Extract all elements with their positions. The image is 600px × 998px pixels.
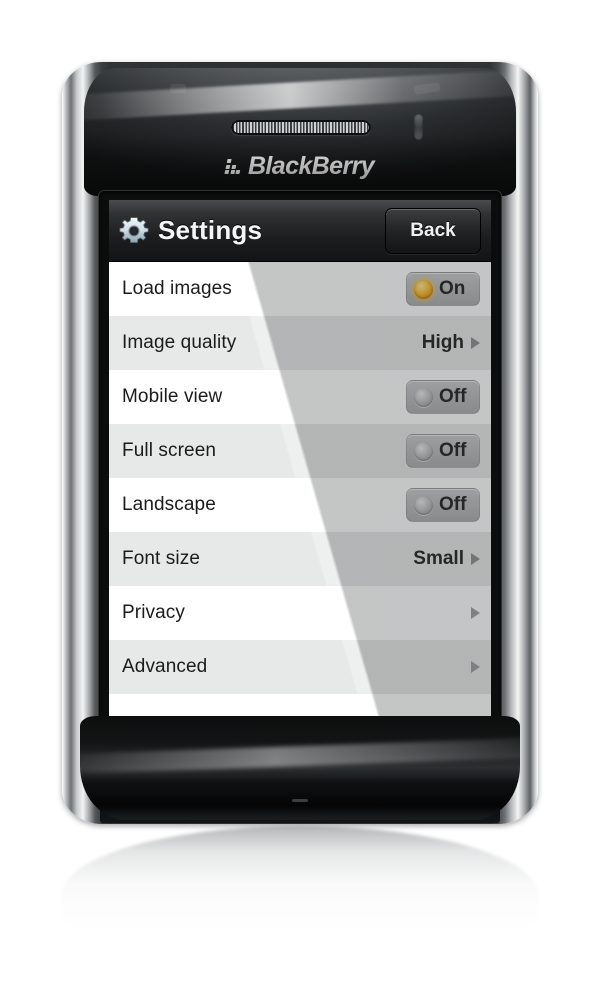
settings-row-image-quality[interactable]: Image quality High xyxy=(109,316,491,370)
row-label: Privacy xyxy=(122,602,185,623)
chevron-right-icon xyxy=(471,337,480,349)
row-label: Image quality xyxy=(122,332,237,353)
row-label: Load images xyxy=(122,278,232,299)
row-label: Font size xyxy=(122,548,200,569)
device-top-housing: BlackBerry xyxy=(84,68,516,196)
settings-row-mobile-view[interactable]: Mobile view Off xyxy=(109,370,491,424)
lamp-on-icon xyxy=(414,279,433,299)
row-label: Full screen xyxy=(122,440,217,461)
housing-detail-left xyxy=(170,84,186,93)
row-label: Landscape xyxy=(122,494,216,515)
settings-list: Load images On Image quality High Mobile… xyxy=(109,262,491,694)
lamp-off-icon xyxy=(414,495,433,515)
toggle-mobile-view[interactable]: Off xyxy=(406,380,480,414)
row-label: Advanced xyxy=(122,656,208,677)
chevron-right-icon xyxy=(471,661,480,673)
lamp-off-icon xyxy=(414,441,433,461)
back-button[interactable]: Back xyxy=(385,207,481,254)
housing-shading xyxy=(84,134,516,196)
gear-icon xyxy=(119,216,149,243)
toggle-state-label: On xyxy=(439,278,466,299)
toggle-load-images[interactable]: On xyxy=(406,272,480,306)
row-value: High xyxy=(421,332,464,353)
page-title: Settings xyxy=(158,215,263,245)
toggle-state-label: Off xyxy=(439,494,467,515)
chevron-right-icon xyxy=(471,607,480,619)
settings-row-full-screen[interactable]: Full screen Off xyxy=(109,424,491,478)
settings-row-font-size[interactable]: Font size Small xyxy=(109,532,491,586)
chevron-right-icon xyxy=(471,553,480,565)
screen-bezel: Settings Back Load images On Image quali… xyxy=(98,190,502,770)
earpiece-speaker-grille xyxy=(231,120,371,135)
title-bar: Settings Back xyxy=(109,200,491,262)
settings-row-privacy[interactable]: Privacy xyxy=(109,586,491,640)
settings-row-advanced[interactable]: Advanced xyxy=(109,640,491,694)
toggle-landscape[interactable]: Off xyxy=(406,488,480,522)
settings-row-load-images[interactable]: Load images On xyxy=(109,262,491,316)
device-reflection xyxy=(62,826,538,944)
lamp-off-icon xyxy=(414,387,433,407)
toggle-state-label: Off xyxy=(439,440,467,461)
toggle-full-screen[interactable]: Off xyxy=(406,434,480,468)
housing-detail-right xyxy=(413,82,441,95)
microphone-hole xyxy=(292,799,308,802)
row-label: Mobile view xyxy=(122,386,223,407)
screen: Settings Back Load images On Image quali… xyxy=(109,200,491,718)
settings-row-landscape[interactable]: Landscape Off xyxy=(109,478,491,532)
row-value: Small xyxy=(413,548,464,569)
blackberry-device: BlackBerry Settings Back xyxy=(62,62,538,824)
toggle-state-label: Off xyxy=(439,386,467,407)
device-bottom-housing xyxy=(80,716,520,820)
